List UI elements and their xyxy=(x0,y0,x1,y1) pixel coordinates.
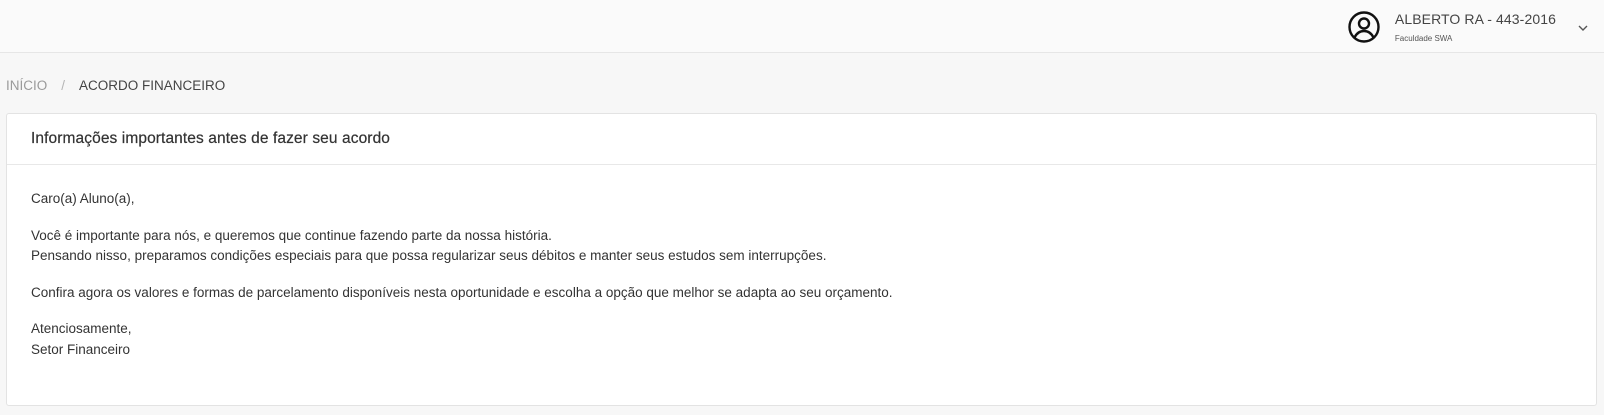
greeting-text: Caro(a) Aluno(a), xyxy=(31,191,135,206)
account-circle-icon xyxy=(1348,10,1380,43)
breadcrumb-separator: / xyxy=(61,78,66,93)
signature-block: Atenciosamente, Setor Financeiro xyxy=(31,319,1572,360)
intro-line-1: Você é importante para nós, e queremos q… xyxy=(31,227,552,243)
user-info: ALBERTO RA - 443-2016 Faculdade SWA xyxy=(1395,11,1556,43)
breadcrumb-home-link[interactable]: INÍCIO xyxy=(6,78,47,93)
signature-text: Setor Financeiro xyxy=(31,341,131,357)
info-card: Informações importantes antes de fazer s… xyxy=(6,113,1597,406)
breadcrumb-current: ACORDO FINANCEIRO xyxy=(79,78,226,93)
institution-name: Faculdade SWA xyxy=(1394,33,1453,43)
card-title: Informações importantes antes de fazer s… xyxy=(31,130,391,147)
chevron-down-icon[interactable] xyxy=(1576,21,1590,35)
offer-paragraph: Confira agora os valores e formas de par… xyxy=(31,284,893,300)
closing-text: Atenciosamente, xyxy=(31,321,132,336)
card-body: Caro(a) Aluno(a), Você é importante para… xyxy=(7,165,1596,360)
top-bar: ALBERTO RA - 443-2016 Faculdade SWA xyxy=(0,0,1604,53)
user-menu[interactable]: ALBERTO RA - 443-2016 Faculdade SWA xyxy=(1347,0,1596,53)
card-header: Informações importantes antes de fazer s… xyxy=(7,114,1596,165)
intro-paragraph: Você é importante para nós, e queremos q… xyxy=(31,226,1572,267)
user-name: ALBERTO RA - 443-2016 xyxy=(1394,10,1556,27)
breadcrumb: INÍCIO / ACORDO FINANCEIRO xyxy=(6,78,225,93)
intro-line-2: Pensando nisso, preparamos condições esp… xyxy=(31,248,827,263)
